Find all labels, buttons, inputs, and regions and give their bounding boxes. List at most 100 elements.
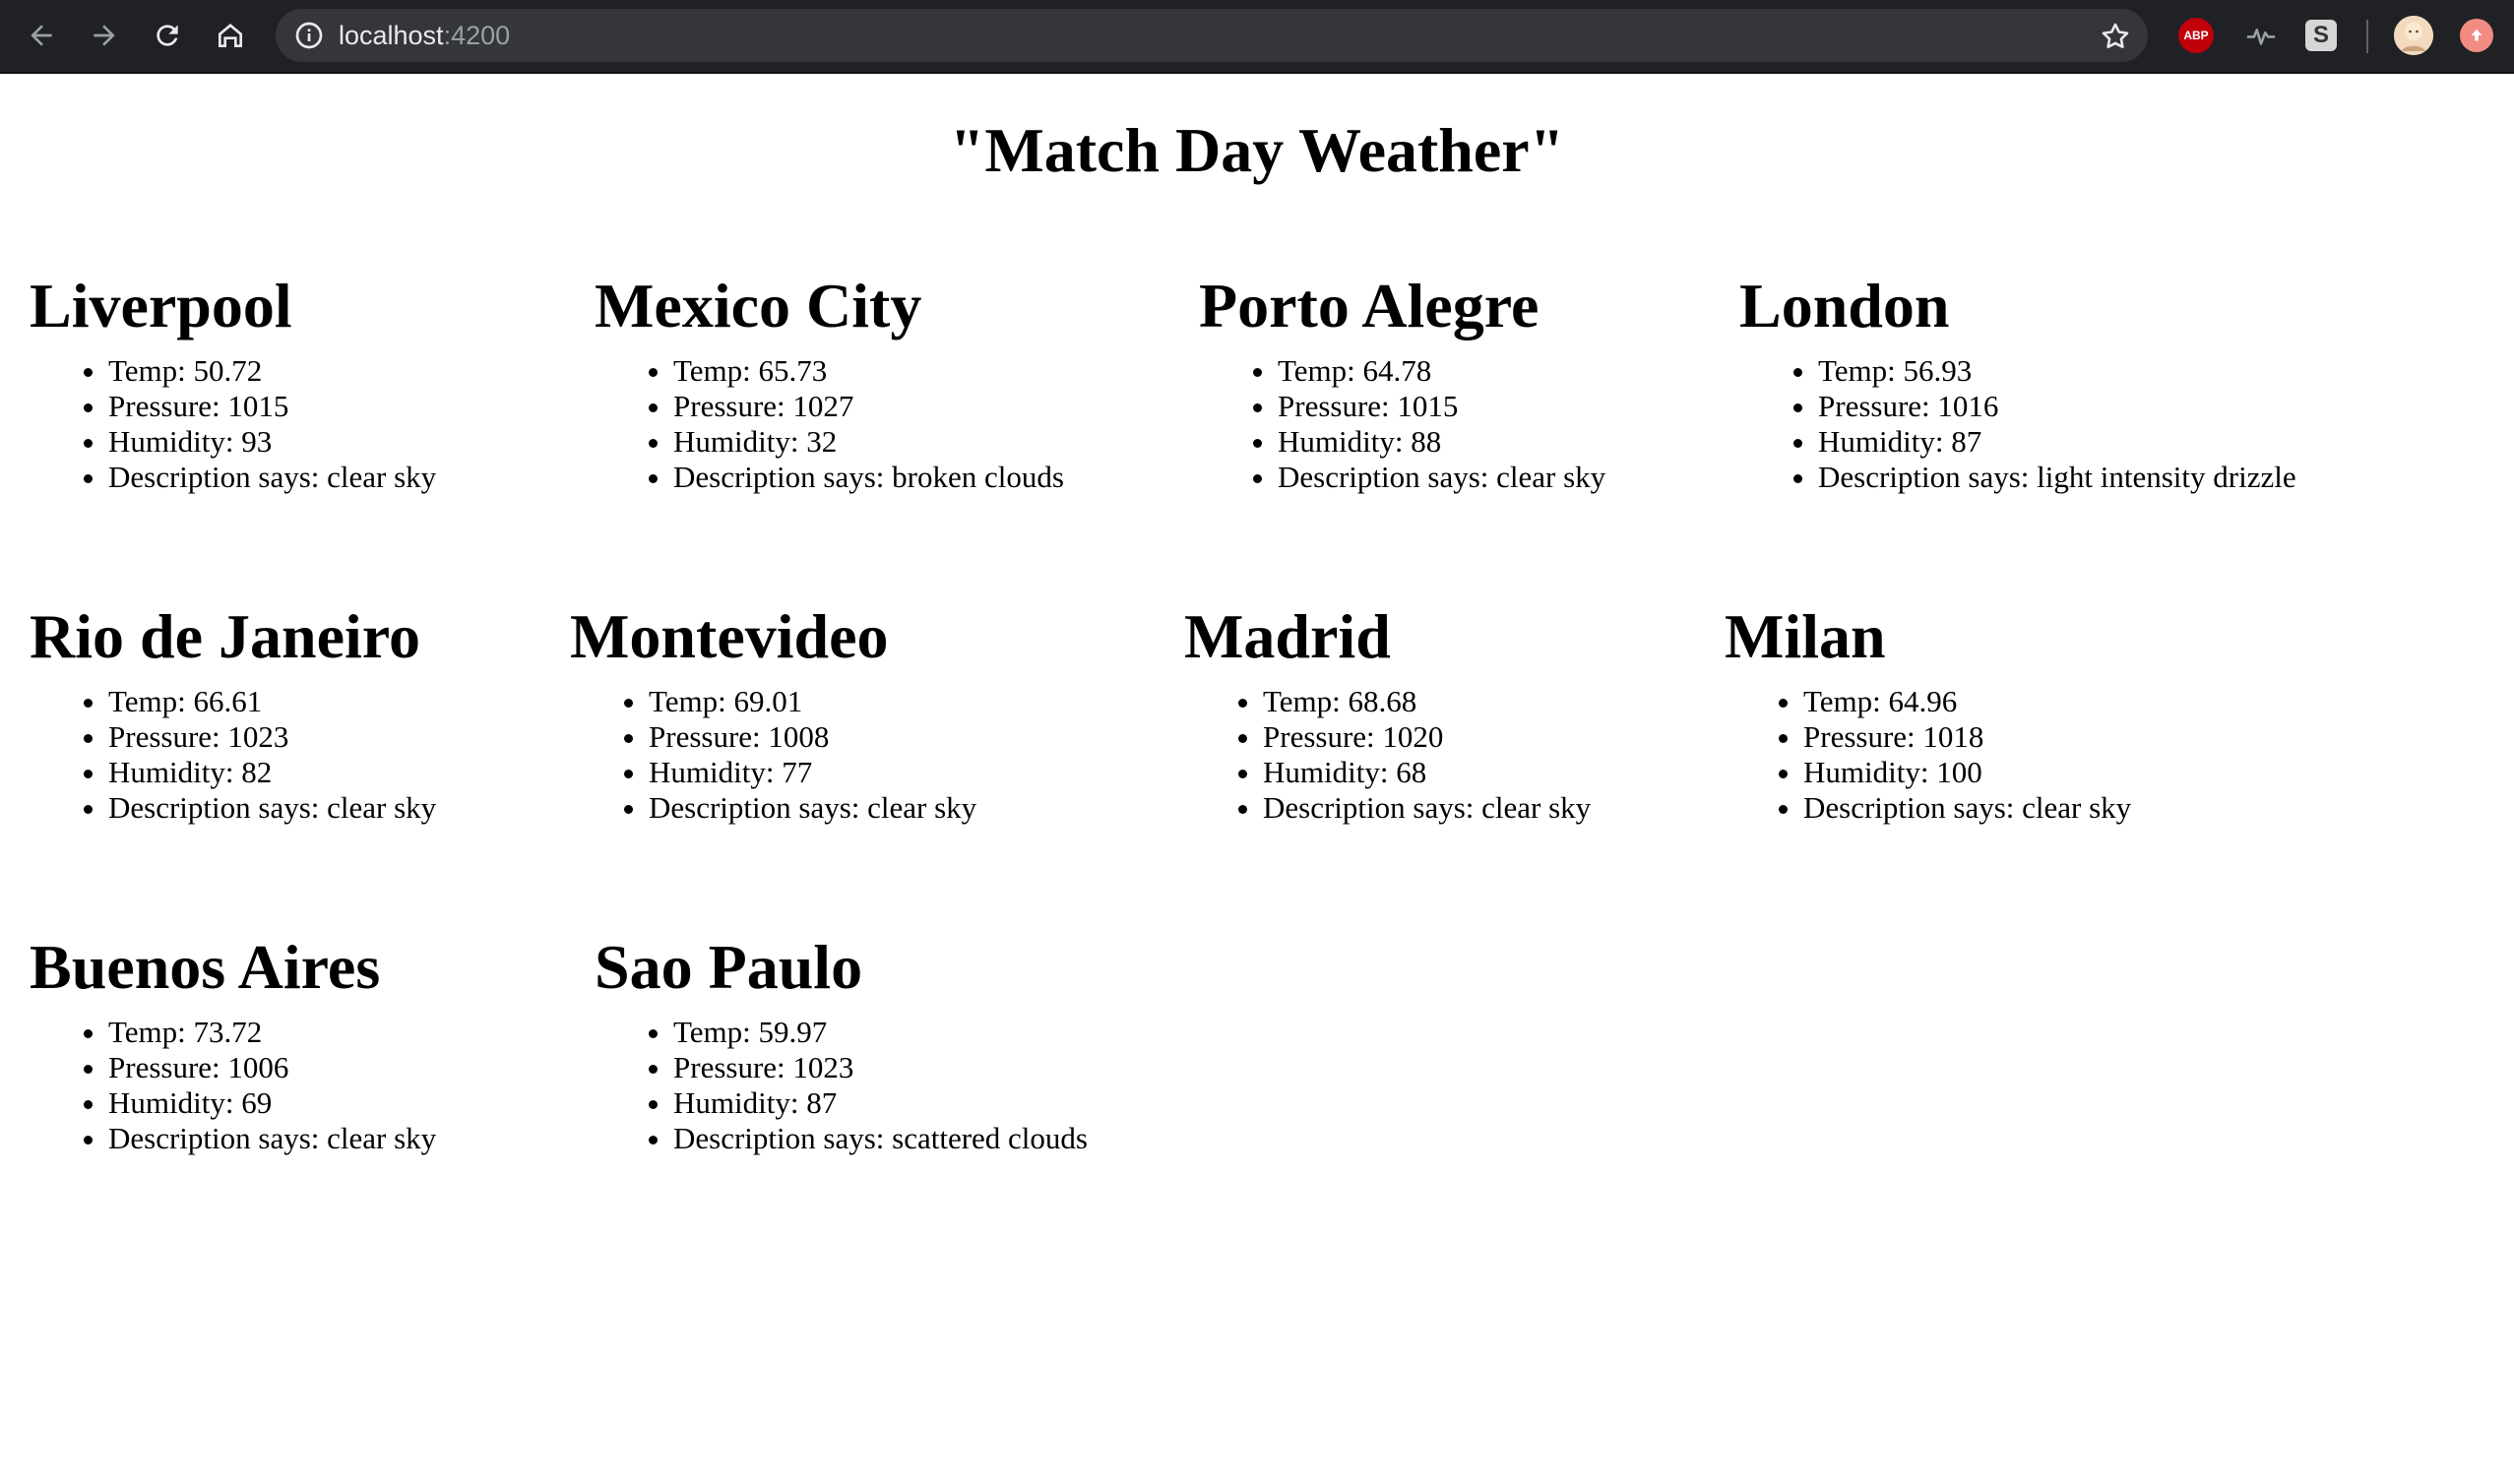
pressure-label: Pressure: — [1278, 389, 1398, 423]
pressure-label: Pressure: — [673, 1050, 793, 1084]
pressure-value: 1015 — [1397, 389, 1459, 423]
back-icon[interactable] — [20, 14, 63, 57]
description-value: clear sky — [327, 790, 437, 825]
temp-item: Temp: 64.78 — [1278, 353, 1605, 389]
temp-item: Temp: 59.97 — [673, 1015, 1088, 1050]
description-label: Description says: — [108, 1121, 328, 1155]
weather-list: Temp: 64.96 Pressure: 1018 Humidity: 100… — [1725, 684, 2131, 826]
temp-label: Temp: — [673, 353, 759, 388]
city-card-london: London Temp: 56.93 Pressure: 1016 Humidi… — [1739, 269, 2296, 495]
temp-value: 68.68 — [1348, 684, 1417, 718]
humidity-value: 82 — [241, 755, 273, 789]
temp-item: Temp: 56.93 — [1818, 353, 2296, 389]
humidity-item: Humidity: 87 — [1818, 424, 2296, 460]
humidity-label: Humidity: — [108, 755, 242, 789]
city-name: London — [1739, 271, 1950, 340]
pressure-item: Pressure: 1015 — [108, 389, 436, 424]
adblock-plus-icon[interactable]: ABP — [2178, 18, 2214, 53]
humidity-value: 100 — [1936, 755, 1982, 789]
weather-list: Temp: 69.01 Pressure: 1008 Humidity: 77 … — [570, 684, 976, 826]
home-icon[interactable] — [209, 14, 252, 57]
city-name: Sao Paulo — [595, 932, 863, 1002]
humidity-item: Humidity: 88 — [1278, 424, 1605, 460]
info-icon[interactable] — [293, 20, 325, 51]
description-item: Description says: clear sky — [108, 460, 436, 495]
city-name: Rio de Janeiro — [30, 601, 421, 671]
address-bar[interactable]: localhost:4200 — [276, 9, 2148, 62]
city-card-rio-de-janeiro: Rio de Janeiro Temp: 66.61 Pressure: 102… — [30, 599, 436, 826]
humidity-value: 88 — [1411, 424, 1442, 459]
temp-label: Temp: — [108, 1015, 194, 1049]
temp-item: Temp: 69.01 — [649, 684, 976, 719]
pressure-value: 1008 — [768, 719, 830, 754]
pressure-item: Pressure: 1023 — [108, 719, 436, 755]
temp-item: Temp: 68.68 — [1263, 684, 1591, 719]
description-value: clear sky — [867, 790, 977, 825]
pressure-label: Pressure: — [649, 719, 769, 754]
temp-value: 59.97 — [758, 1015, 828, 1049]
temp-item: Temp: 50.72 — [108, 353, 436, 389]
pressure-value: 1006 — [227, 1050, 289, 1084]
city-name: Mexico City — [595, 271, 922, 340]
pressure-item: Pressure: 1020 — [1263, 719, 1591, 755]
profile-avatar-icon[interactable] — [2394, 16, 2433, 55]
temp-value: 64.96 — [1888, 684, 1958, 718]
temp-label: Temp: — [1803, 684, 1889, 718]
weather-list: Temp: 56.93 Pressure: 1016 Humidity: 87 … — [1739, 353, 2296, 495]
temp-label: Temp: — [1263, 684, 1349, 718]
city-card-sao-paulo: Sao Paulo Temp: 59.97 Pressure: 1023 Hum… — [595, 930, 1088, 1156]
description-label: Description says: — [1278, 460, 1497, 494]
weather-list: Temp: 73.72 Pressure: 1006 Humidity: 69 … — [30, 1015, 436, 1156]
description-value: light intensity drizzle — [2037, 460, 2296, 494]
pressure-label: Pressure: — [1803, 719, 1923, 754]
description-value: clear sky — [1496, 460, 1606, 494]
humidity-label: Humidity: — [1278, 424, 1412, 459]
weather-list: Temp: 66.61 Pressure: 1023 Humidity: 82 … — [30, 684, 436, 826]
description-item: Description says: clear sky — [649, 790, 976, 826]
pressure-label: Pressure: — [108, 389, 228, 423]
city-name: Milan — [1725, 601, 1886, 671]
city-card-porto-alegre: Porto Alegre Temp: 64.78 Pressure: 1015 … — [1199, 269, 1605, 495]
humidity-label: Humidity: — [673, 424, 807, 459]
humidity-item: Humidity: 82 — [108, 755, 436, 790]
pulse-icon[interactable] — [2243, 18, 2279, 53]
description-item: Description says: clear sky — [108, 790, 436, 826]
reload-icon[interactable] — [146, 14, 189, 57]
weather-list: Temp: 59.97 Pressure: 1023 Humidity: 87 … — [595, 1015, 1088, 1156]
temp-value: 64.78 — [1362, 353, 1432, 388]
description-value: clear sky — [327, 1121, 437, 1155]
temp-label: Temp: — [108, 684, 194, 718]
description-value: clear sky — [1481, 790, 1592, 825]
forward-icon[interactable] — [83, 14, 126, 57]
temp-value: 56.93 — [1903, 353, 1973, 388]
toolbar-divider — [2366, 20, 2368, 53]
description-value: clear sky — [2022, 790, 2132, 825]
star-icon[interactable] — [2099, 20, 2132, 53]
pressure-item: Pressure: 1018 — [1803, 719, 2131, 755]
humidity-label: Humidity: — [649, 755, 783, 789]
description-item: Description says: broken clouds — [673, 460, 1064, 495]
description-value: scattered clouds — [892, 1121, 1088, 1155]
temp-label: Temp: — [1278, 353, 1363, 388]
pressure-label: Pressure: — [108, 719, 228, 754]
temp-value: 65.73 — [758, 353, 828, 388]
url-host: localhost — [339, 21, 444, 50]
description-item: Description says: clear sky — [1803, 790, 2131, 826]
description-label: Description says: — [1263, 790, 1482, 825]
pressure-item: Pressure: 1008 — [649, 719, 976, 755]
pressure-item: Pressure: 1016 — [1818, 389, 2296, 424]
update-icon[interactable] — [2460, 19, 2493, 52]
pressure-label: Pressure: — [673, 389, 793, 423]
description-label: Description says: — [108, 790, 328, 825]
city-name: Porto Alegre — [1199, 271, 1540, 340]
temp-label: Temp: — [1818, 353, 1904, 388]
weather-list: Temp: 64.78 Pressure: 1015 Humidity: 88 … — [1199, 353, 1605, 495]
adblock-plus-label: ABP — [2183, 29, 2209, 42]
humidity-value: 69 — [241, 1085, 273, 1120]
city-name: Buenos Aires — [30, 932, 381, 1002]
humidity-item: Humidity: 77 — [649, 755, 976, 790]
temp-value: 73.72 — [193, 1015, 263, 1049]
url-text[interactable]: localhost:4200 — [339, 22, 510, 49]
s-extension-icon[interactable]: S — [2305, 20, 2337, 51]
temp-label: Temp: — [108, 353, 194, 388]
